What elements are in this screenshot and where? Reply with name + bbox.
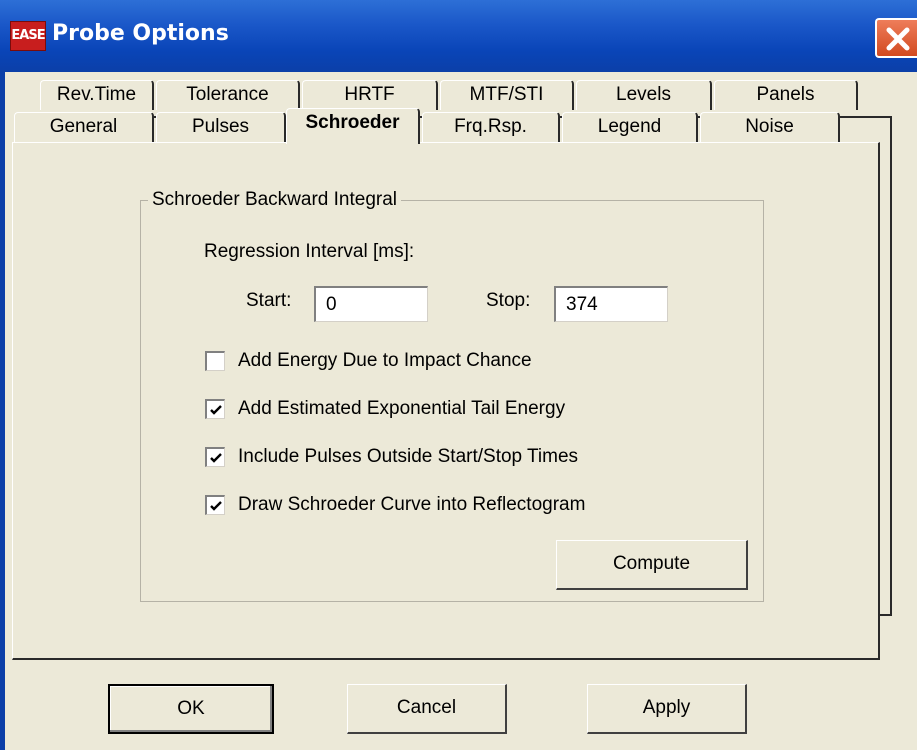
start-label: Start: <box>246 290 292 311</box>
tail-energy-label: Add Estimated Exponential Tail Energy <box>238 398 566 419</box>
checkmark-icon <box>210 453 222 463</box>
include-pulses-label: Include Pulses Outside Start/Stop Times <box>238 446 579 467</box>
tab-label: Noise <box>745 116 794 137</box>
title-bar: EASE Probe Options <box>0 0 917 72</box>
tab-tolerance[interactable]: Tolerance <box>156 80 300 110</box>
tail-energy-checkbox[interactable] <box>205 399 225 419</box>
tab-label: Legend <box>597 116 662 137</box>
tab-label: Frq.Rsp. <box>454 116 527 137</box>
impact-chance-label: Add Energy Due to Impact Chance <box>238 350 532 371</box>
stop-label: Stop: <box>486 290 531 311</box>
tab-label: Pulses <box>191 116 250 137</box>
tab-legend[interactable]: Legend <box>562 112 698 142</box>
tab-frq-rsp[interactable]: Frq.Rsp. <box>422 112 560 142</box>
close-icon <box>886 27 910 51</box>
groupbox-title: Schroeder Backward Integral <box>148 189 402 211</box>
tab-label: Schroeder <box>305 112 400 133</box>
compute-button[interactable]: Compute <box>556 540 748 590</box>
tab-label: Levels <box>616 84 671 105</box>
window-frame-left <box>0 72 5 750</box>
tab-label: Panels <box>756 84 815 105</box>
checkmark-icon <box>210 501 222 511</box>
close-button[interactable] <box>875 18 917 58</box>
start-input[interactable]: 0 <box>314 286 428 322</box>
tab-hrtf[interactable]: HRTF <box>302 80 438 110</box>
include-pulses-checkbox[interactable] <box>205 447 225 467</box>
tab-rev-time[interactable]: Rev.Time <box>40 80 154 110</box>
ease-app-icon: EASE <box>10 21 46 51</box>
ok-button[interactable]: OK <box>108 684 274 734</box>
regression-interval-label: Regression Interval [ms]: <box>204 241 415 262</box>
checkmark-icon <box>210 405 222 415</box>
tab-label: Tolerance <box>186 84 269 105</box>
apply-button[interactable]: Apply <box>587 684 747 734</box>
stop-input[interactable]: 374 <box>554 286 668 322</box>
cancel-button[interactable]: Cancel <box>347 684 507 734</box>
draw-curve-checkbox[interactable] <box>205 495 225 515</box>
window-title: Probe Options <box>52 21 229 46</box>
tab-noise[interactable]: Noise <box>700 112 840 142</box>
tab-schroeder[interactable]: Schroeder <box>286 108 420 144</box>
tab-label: Rev.Time <box>56 84 137 105</box>
tab-panels[interactable]: Panels <box>714 80 858 110</box>
tab-pulses[interactable]: Pulses <box>156 112 286 142</box>
tab-label: MTF/STI <box>469 84 544 105</box>
draw-curve-label: Draw Schroeder Curve into Reflectogram <box>238 494 586 515</box>
tab-label: HRTF <box>344 84 395 105</box>
tab-levels[interactable]: Levels <box>576 80 712 110</box>
impact-chance-checkbox[interactable] <box>205 351 225 371</box>
tab-general[interactable]: General <box>14 112 154 142</box>
tab-label: General <box>49 116 118 137</box>
tab-mtf-sti[interactable]: MTF/STI <box>440 80 574 110</box>
